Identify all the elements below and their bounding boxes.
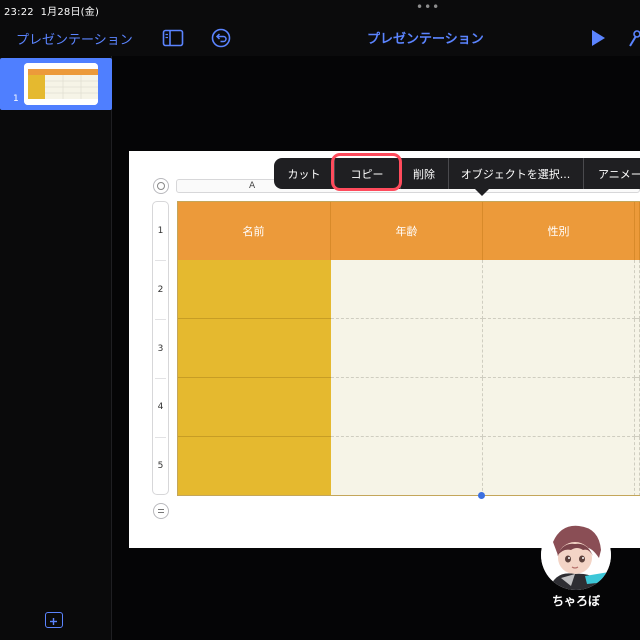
table-cell[interactable]: [177, 260, 331, 319]
table-cell[interactable]: [483, 437, 635, 496]
row-number[interactable]: 2: [153, 285, 168, 295]
copy-highlight-annotation: [331, 153, 402, 191]
menu-item-cut[interactable]: カット: [274, 158, 334, 189]
toolbar: プレゼンテーション プレゼンテーション: [0, 20, 640, 56]
add-slide-button[interactable]: [45, 612, 63, 628]
row-number[interactable]: 5: [153, 461, 168, 471]
table-cell[interactable]: [177, 378, 331, 437]
slide-thumbnail-preview[interactable]: [24, 63, 98, 105]
select-table-button[interactable]: [153, 178, 169, 194]
header-cell-age[interactable]: 年齢: [331, 201, 483, 260]
undo-icon[interactable]: [210, 28, 232, 48]
row-number[interactable]: 1: [153, 226, 168, 236]
table-cell[interactable]: [331, 260, 483, 319]
wrench-icon[interactable]: [626, 28, 640, 48]
resize-handle[interactable]: [478, 492, 485, 499]
status-bar: 23:22 1月28日(金) •••: [0, 0, 640, 18]
table-cell[interactable]: [483, 319, 635, 378]
column-label-a[interactable]: A: [249, 181, 255, 191]
row-number[interactable]: 3: [153, 344, 168, 354]
slide-navigator: 1: [0, 56, 112, 640]
header-cell-name[interactable]: 名前: [177, 201, 331, 260]
menu-item-select-object[interactable]: オブジェクトを選択...: [448, 158, 583, 189]
add-row-handle[interactable]: [153, 503, 169, 519]
table-cell[interactable]: [483, 378, 635, 437]
slide-thumbnail-selected[interactable]: 1: [0, 58, 112, 110]
play-icon[interactable]: [588, 28, 610, 48]
table-cell[interactable]: [635, 260, 640, 319]
header-cell-extra[interactable]: [635, 201, 640, 260]
table-cell[interactable]: [483, 260, 635, 319]
table-cell[interactable]: [635, 437, 640, 496]
plus-icon: [50, 618, 57, 625]
status-date: 1月28日(金): [40, 7, 100, 18]
context-menu-pointer: [475, 189, 489, 196]
multitasking-dots[interactable]: •••: [416, 0, 440, 14]
table-cell[interactable]: [331, 437, 483, 496]
table-cell[interactable]: [177, 437, 331, 496]
row-number[interactable]: 4: [153, 402, 168, 412]
sidebar-toggle-icon[interactable]: [162, 28, 184, 48]
header-cell-gender[interactable]: 性別: [483, 201, 635, 260]
row-header-bar[interactable]: 1 2 3 4 5: [152, 201, 169, 495]
context-menu: カット コピー 削除 オブジェクトを選択... アニメー: [274, 158, 640, 189]
back-to-presentations-link[interactable]: プレゼンテーション: [16, 29, 133, 48]
watermark-label: ちゃろぼ: [551, 594, 600, 608]
status-time: 23:22 1月28日(金): [4, 7, 100, 18]
table-cell[interactable]: [177, 319, 331, 378]
document-title[interactable]: プレゼンテーション: [367, 28, 484, 47]
table-cell[interactable]: [331, 378, 483, 437]
table-cell[interactable]: [635, 319, 640, 378]
table-cell[interactable]: [331, 319, 483, 378]
menu-item-delete[interactable]: 削除: [400, 158, 448, 189]
menu-item-animate[interactable]: アニメー: [583, 158, 640, 189]
watermark-avatar: [541, 520, 611, 590]
table-cell[interactable]: [635, 378, 640, 437]
slide-number: 1: [13, 94, 19, 104]
